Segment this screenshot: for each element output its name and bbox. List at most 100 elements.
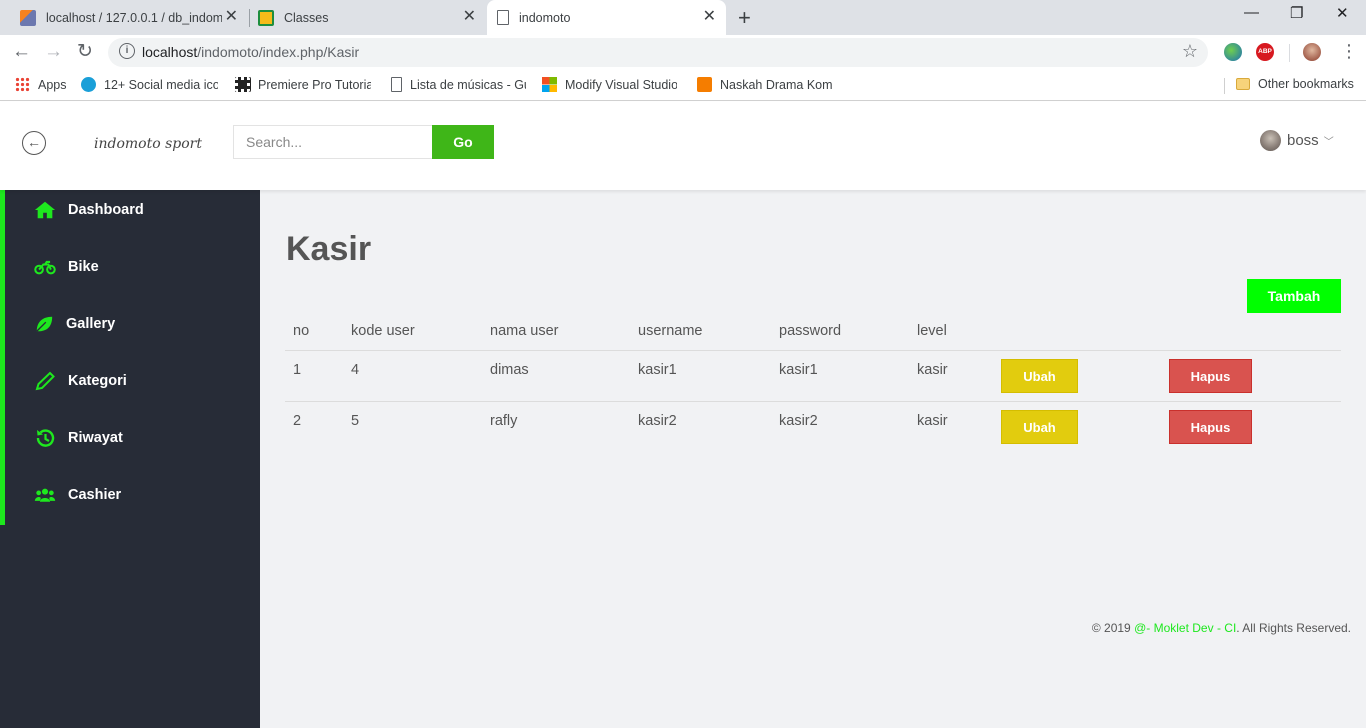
- brand-logo[interactable]: indomoto sport: [94, 136, 202, 152]
- social-icon: [81, 77, 96, 92]
- menu-kebab-icon[interactable]: ⋮: [1340, 42, 1358, 60]
- footer-copyright: © 2019: [1091, 621, 1135, 635]
- sidebar-item-label: Kategori: [68, 373, 127, 389]
- bookmark-social-media-icons[interactable]: 12+ Social media icons: [81, 77, 218, 92]
- film-icon: [235, 77, 251, 92]
- search-input[interactable]: [233, 125, 432, 159]
- url-path: /indomoto/index.php/Kasir: [197, 44, 360, 60]
- app-header: ← indomoto sport Go boss ﹀: [0, 102, 1366, 190]
- avatar: [1260, 130, 1281, 151]
- motorcycle-icon: [34, 260, 56, 275]
- microsoft-icon: [542, 77, 557, 92]
- column-header-nama-user: nama user: [490, 323, 559, 339]
- bookmarks-bar: Apps 12+ Social media icons Premiere Pro…: [0, 70, 1366, 101]
- pencil-icon: [35, 371, 55, 391]
- url-text: localhost/indomoto/index.php/Kasir: [142, 44, 359, 60]
- chevron-down-icon: ﹀: [1323, 137, 1334, 148]
- cell-username: kasir1: [638, 362, 677, 378]
- sidebar-item-label: Dashboard: [68, 202, 144, 218]
- bookmark-star-icon[interactable]: ☆: [1182, 41, 1198, 62]
- cell-level: kasir: [917, 362, 948, 378]
- close-tab-icon[interactable]: ✕: [703, 9, 716, 25]
- profile-avatar-icon[interactable]: [1303, 43, 1321, 61]
- phpmyadmin-icon: [20, 9, 36, 26]
- toolbar-separator: [1289, 44, 1290, 62]
- cell-no: 1: [293, 362, 302, 378]
- close-window-icon[interactable]: ✕: [1336, 4, 1349, 22]
- footer: © 2019 @- Moklet Dev - CI. All Rights Re…: [1092, 621, 1351, 635]
- bookmark-label: Apps: [38, 77, 67, 92]
- bookmark-label: Naskah Drama Kome: [720, 77, 832, 92]
- browser-tab-phpmyadmin[interactable]: localhost / 127.0.0.1 / db_indomoto ✕: [12, 0, 248, 35]
- info-icon[interactable]: i: [119, 43, 135, 59]
- sidebar-item-dashboard[interactable]: Dashboard: [34, 200, 144, 220]
- tab-title: indomoto: [519, 10, 571, 25]
- close-tab-icon[interactable]: ✕: [225, 9, 238, 25]
- bookmark-apps[interactable]: Apps: [15, 77, 67, 92]
- page-title: Kasir: [286, 230, 372, 268]
- bookmark-label: Modify Visual Studio: [565, 77, 677, 92]
- cell-nama-user: rafly: [490, 413, 518, 429]
- bookmark-premiere-pro[interactable]: Premiere Pro Tutorial: [235, 77, 371, 92]
- delete-button[interactable]: Hapus: [1169, 410, 1252, 444]
- user-menu[interactable]: boss ﹀: [1260, 130, 1334, 151]
- bookmark-label: 12+ Social media icons: [104, 77, 218, 92]
- reload-icon[interactable]: ↻: [77, 41, 93, 63]
- cell-kode-user: 5: [351, 413, 360, 429]
- edit-button[interactable]: Ubah: [1001, 359, 1078, 393]
- column-header-no: no: [293, 323, 310, 339]
- footer-link[interactable]: @- Moklet Dev - CI: [1134, 621, 1236, 635]
- page-icon: [497, 10, 509, 25]
- search-go-button[interactable]: Go: [432, 125, 494, 159]
- browser-tab-classes[interactable]: Classes ✕: [250, 0, 486, 35]
- row-divider: [285, 350, 1341, 351]
- sidebar-item-label: Bike: [68, 259, 99, 275]
- address-bar[interactable]: i localhost/indomoto/index.php/Kasir ☆: [108, 38, 1208, 67]
- back-arrow-icon[interactable]: ←: [12, 41, 31, 63]
- browser-toolbar: ← → ↻ i localhost/indomoto/index.php/Kas…: [0, 35, 1366, 70]
- sidebar-item-riwayat[interactable]: Riwayat: [34, 428, 123, 448]
- browser-tab-indomoto[interactable]: indomoto ✕: [487, 0, 726, 35]
- user-name: boss: [1287, 132, 1319, 149]
- users-icon: [34, 488, 56, 502]
- url-host: localhost: [142, 44, 198, 60]
- back-circle-arrow-icon[interactable]: ←: [22, 131, 46, 155]
- adblock-plus-icon[interactable]: ABP: [1256, 43, 1274, 61]
- cell-password: kasir1: [779, 362, 818, 378]
- home-icon: [34, 201, 56, 219]
- sidebar-item-cashier[interactable]: Cashier: [34, 485, 121, 505]
- tab-title: Classes: [284, 10, 329, 25]
- history-icon: [36, 429, 55, 447]
- row-divider: [285, 401, 1341, 402]
- delete-button[interactable]: Hapus: [1169, 359, 1252, 393]
- sidebar-nav: Dashboard Bike Gallery Kategori Riwayat …: [0, 190, 260, 525]
- add-button[interactable]: Tambah: [1247, 279, 1341, 313]
- sidebar: Dashboard Bike Gallery Kategori Riwayat …: [0, 190, 260, 728]
- minimize-icon[interactable]: —: [1244, 4, 1259, 21]
- cell-nama-user: dimas: [490, 362, 529, 378]
- restore-icon[interactable]: ❐: [1290, 4, 1303, 22]
- sidebar-item-label: Cashier: [68, 487, 122, 503]
- bookmark-naskah-drama[interactable]: Naskah Drama Kome: [697, 77, 832, 92]
- apps-grid-icon: [15, 77, 30, 92]
- cell-username: kasir2: [638, 413, 677, 429]
- bookmark-label: Premiere Pro Tutorial: [258, 77, 371, 92]
- cell-level: kasir: [917, 413, 948, 429]
- globe-extension-icon[interactable]: [1224, 43, 1242, 61]
- column-header-kode-user: kode user: [351, 323, 415, 339]
- close-tab-icon[interactable]: ✕: [463, 9, 476, 25]
- forward-arrow-icon[interactable]: →: [44, 41, 63, 63]
- bookmark-modify-visual-studio[interactable]: Modify Visual Studio: [542, 77, 677, 92]
- sidebar-item-bike[interactable]: Bike: [34, 257, 99, 277]
- tab-title: localhost / 127.0.0.1 / db_indomoto: [46, 10, 222, 25]
- edit-button[interactable]: Ubah: [1001, 410, 1078, 444]
- bookmark-other-bookmarks[interactable]: Other bookmarks: [1236, 77, 1354, 91]
- leaf-icon: [36, 316, 53, 332]
- bookmark-lista-de-musicas[interactable]: Lista de músicas - Gu: [391, 77, 526, 92]
- document-icon: [391, 77, 402, 92]
- column-header-level: level: [917, 323, 947, 339]
- sidebar-item-gallery[interactable]: Gallery: [34, 314, 115, 334]
- new-tab-button[interactable]: +: [738, 5, 751, 31]
- sidebar-item-kategori[interactable]: Kategori: [34, 371, 127, 391]
- main-content: Kasir Tambah no kode user nama user user…: [260, 190, 1366, 728]
